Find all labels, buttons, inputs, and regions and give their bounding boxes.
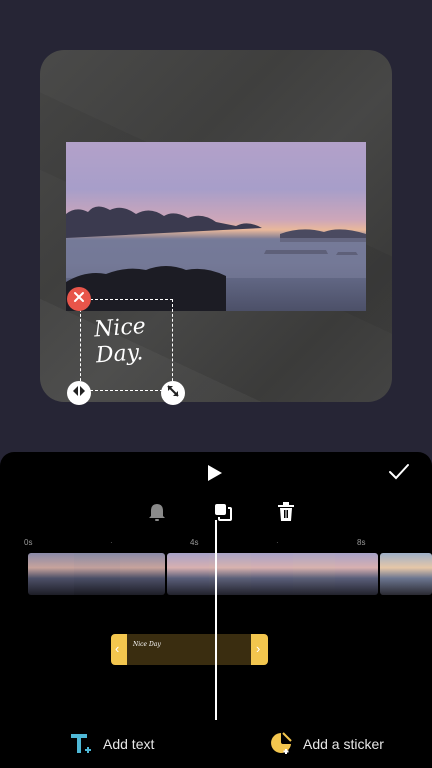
trim-right-handle-icon[interactable]: › [256, 642, 260, 656]
add-sticker-icon [270, 731, 294, 758]
tick-label: 4s [190, 538, 199, 547]
video-clip-2[interactable] [167, 553, 378, 595]
close-icon [73, 290, 85, 308]
tick-label: 8s [357, 538, 366, 547]
flip-horizontal-icon [72, 384, 86, 402]
trim-left-handle-icon[interactable]: ‹ [115, 642, 119, 656]
trash-icon [277, 501, 295, 527]
confirm-button[interactable] [386, 461, 412, 487]
add-sticker-button[interactable]: Add a sticker [270, 730, 384, 758]
sticker-track-thumb: Nice Day [133, 641, 161, 648]
resize-sticker-button[interactable] [161, 381, 185, 405]
resize-arrows-icon [166, 384, 180, 403]
add-sticker-label: Add a sticker [303, 736, 384, 752]
checkmark-icon [388, 463, 410, 486]
alarm-button[interactable] [145, 502, 169, 526]
delete-button[interactable] [274, 501, 298, 527]
add-text-button[interactable]: Add text [70, 730, 154, 758]
play-icon [207, 464, 223, 487]
sticker-track[interactable]: ‹ Nice Day › [111, 634, 268, 665]
add-text-label: Add text [103, 736, 155, 752]
tick-label: 0s [24, 538, 33, 547]
editor-canvas-area: Nice Day. [0, 0, 432, 452]
add-text-icon [70, 731, 94, 758]
flip-sticker-button[interactable] [67, 381, 91, 405]
video-clip-3[interactable] [380, 553, 432, 595]
nice-day-sticker[interactable]: Nice Day. [93, 313, 166, 370]
tick-dot: · [110, 538, 113, 547]
sticker-track-body: Nice Day [127, 634, 251, 665]
video-clip-1[interactable] [28, 553, 165, 595]
bell-icon [148, 502, 166, 527]
tick-dot: · [276, 538, 279, 547]
sticker-line-2: Day. [95, 340, 144, 369]
delete-sticker-button[interactable] [67, 287, 91, 311]
sunset-photo [66, 142, 366, 311]
timeline-playhead[interactable] [215, 520, 217, 720]
play-button[interactable] [202, 462, 228, 488]
